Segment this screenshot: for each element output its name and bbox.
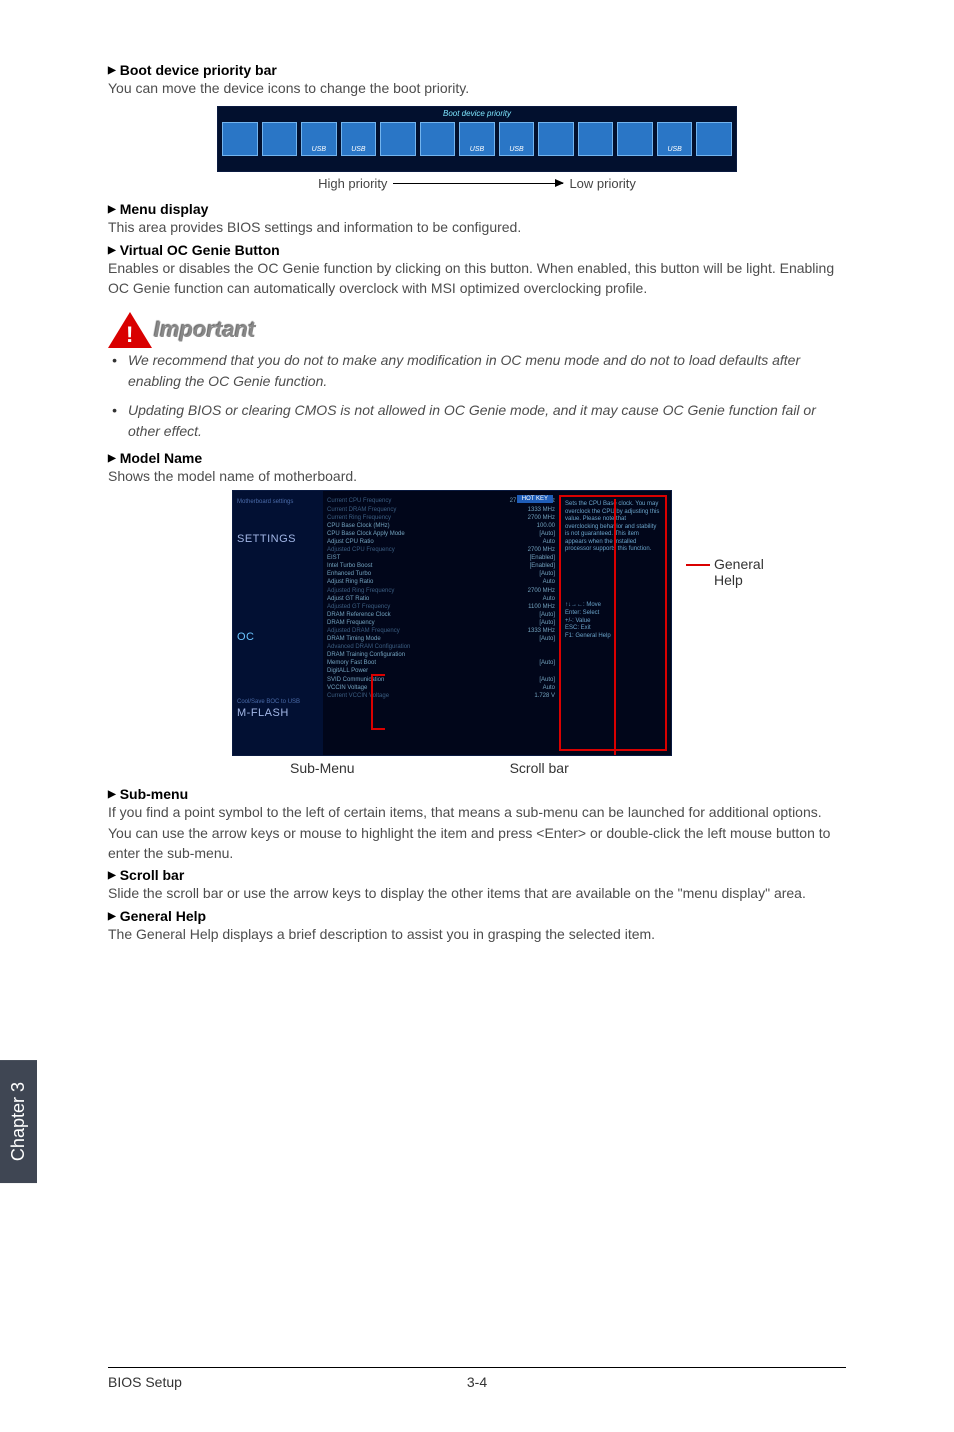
para-general: The General Help displays a brief descri…: [108, 924, 846, 944]
bios-setting-row: CPU Base Clock Apply Mode[Auto]: [327, 530, 555, 538]
bios-setting-row: Adjusted CPU Frequency2700 MHz: [327, 546, 555, 554]
left-mflash: M-FLASH: [237, 707, 319, 719]
heading-submenu: Sub-menu: [108, 786, 846, 802]
left-coolsave: Cool/Save BOC to USB: [237, 699, 319, 705]
general-help-label: General Help: [714, 556, 768, 588]
bios-setting-row: EIST[Enabled]: [327, 554, 555, 562]
general-help-text: Sets the CPU Base clock. You may overclo…: [565, 501, 661, 554]
boot-bar-title: Boot device priority: [443, 109, 511, 118]
boot-device-icon: [262, 122, 298, 156]
bios-setting-row: DRAM Training Configuration: [327, 651, 555, 659]
submenu-caption: Sub-Menu: [290, 760, 355, 776]
important-callout: Important: [108, 312, 846, 348]
bios-setting-row: DRAM Reference Clock[Auto]: [327, 611, 555, 619]
important-label: Important: [154, 317, 255, 343]
bios-setting-row: DRAM Frequency[Auto]: [327, 619, 555, 627]
bios-setting-row: VCCIN VoltageAuto: [327, 684, 555, 692]
important-note-2: Updating BIOS or clearing CMOS is not al…: [128, 400, 846, 442]
boot-device-icon: USB: [657, 122, 693, 156]
boot-figure: Boot device priority USBUSBUSBUSBUSB Hig…: [108, 106, 846, 191]
bios-screenshot: HOT KEY Motherboard settings SETTINGS OC…: [232, 490, 672, 756]
bios-setting-row: DRAM Timing Mode[Auto]: [327, 635, 555, 643]
bios-setting-row: Current Ring Frequency2700 MHz: [327, 514, 555, 522]
bios-setting-row: CPU Base Clock (MHz)100.00: [327, 522, 555, 530]
para-menu: This area provides BIOS settings and inf…: [108, 217, 846, 237]
hotkey-badge: HOT KEY: [517, 495, 553, 503]
boot-device-icon: USB: [301, 122, 337, 156]
bios-setting-row: SVID Communication[Auto]: [327, 676, 555, 684]
general-help-box: Sets the CPU Base clock. You may overclo…: [559, 495, 667, 751]
bios-setting-row: Adjust Ring RatioAuto: [327, 578, 555, 586]
bios-left-bar: Motherboard settings SETTINGS OC Cool/Sa…: [233, 491, 323, 755]
left-oc: OC: [237, 631, 319, 643]
left-settings: SETTINGS: [237, 533, 319, 545]
bios-figure: HOT KEY Motherboard settings SETTINGS OC…: [186, 490, 768, 776]
boot-device-icon: [222, 122, 258, 156]
bios-setting-row: Current VCCIN Voltage1.728 V: [327, 692, 555, 700]
bios-setting-row: Current DRAM Frequency1333 MHz: [327, 506, 555, 514]
important-note-1: We recommend that you do not to make any…: [128, 350, 846, 392]
heading-virtual: Virtual OC Genie Button: [108, 242, 846, 258]
para-scroll: Slide the scroll bar or use the arrow ke…: [108, 883, 846, 903]
priority-arrow: [393, 183, 563, 184]
bios-setting-row: Intel Turbo Boost[Enabled]: [327, 562, 555, 570]
chapter-tab: Chapter 3: [0, 1060, 37, 1183]
bios-setting-row: Enhanced Turbo[Auto]: [327, 570, 555, 578]
bios-setting-row: Adjusted GT Frequency1100 MHz: [327, 603, 555, 611]
general-help-pointer: [686, 564, 710, 566]
footer-page: 3-4: [467, 1374, 487, 1390]
submenu-highlight: [371, 674, 385, 730]
bios-setting-row: Adjusted Ring Frequency2700 MHz: [327, 587, 555, 595]
boot-device-icon: USB: [459, 122, 495, 156]
bios-setting-row: Adjust CPU RatioAuto: [327, 538, 555, 546]
high-priority-label: High priority: [318, 176, 387, 191]
scrollbar-highlight: [614, 499, 616, 755]
warning-icon: [108, 312, 152, 348]
heading-boot: Boot device priority bar: [108, 62, 846, 78]
boot-device-icon: [380, 122, 416, 156]
boot-priority-bar: Boot device priority USBUSBUSBUSBUSB: [217, 106, 737, 172]
bios-setting-row: Advanced DRAM Configuration: [327, 643, 555, 651]
para-submenu: If you find a point symbol to the left o…: [108, 802, 846, 863]
scrollbar-caption: Scroll bar: [510, 760, 569, 776]
heading-scroll: Scroll bar: [108, 867, 846, 883]
low-priority-label: Low priority: [569, 176, 635, 191]
heading-model: Model Name: [108, 450, 846, 466]
page-footer: BIOS Setup 3-4: [108, 1367, 846, 1390]
bios-setting-row: DigitALL Power: [327, 667, 555, 675]
bios-setting-row: Adjust GT RatioAuto: [327, 595, 555, 603]
boot-device-icon: USB: [499, 122, 535, 156]
boot-device-icon: USB: [341, 122, 377, 156]
heading-general: General Help: [108, 908, 846, 924]
nav-hints: ↑↓→←: MoveEnter: Select+/-: ValueESC: Ex…: [565, 602, 661, 641]
left-motherboard: Motherboard settings: [237, 499, 319, 505]
para-model: Shows the model name of motherboard.: [108, 466, 846, 486]
boot-device-icon: [578, 122, 614, 156]
boot-device-icon: [420, 122, 456, 156]
para-boot: You can move the device icons to change …: [108, 78, 846, 98]
heading-menu: Menu display: [108, 201, 846, 217]
boot-device-icon: [617, 122, 653, 156]
bios-settings-list: Current CPU Frequency27 x 100.00 MHzCurr…: [323, 491, 559, 755]
boot-device-icon: [538, 122, 574, 156]
bios-setting-row: Memory Fast Boot[Auto]: [327, 659, 555, 667]
boot-device-icon: [696, 122, 732, 156]
footer-title: BIOS Setup: [108, 1374, 182, 1390]
para-virtual: Enables or disables the OC Genie functio…: [108, 258, 846, 299]
bios-setting-row: Adjusted DRAM Frequency1333 MHz: [327, 627, 555, 635]
